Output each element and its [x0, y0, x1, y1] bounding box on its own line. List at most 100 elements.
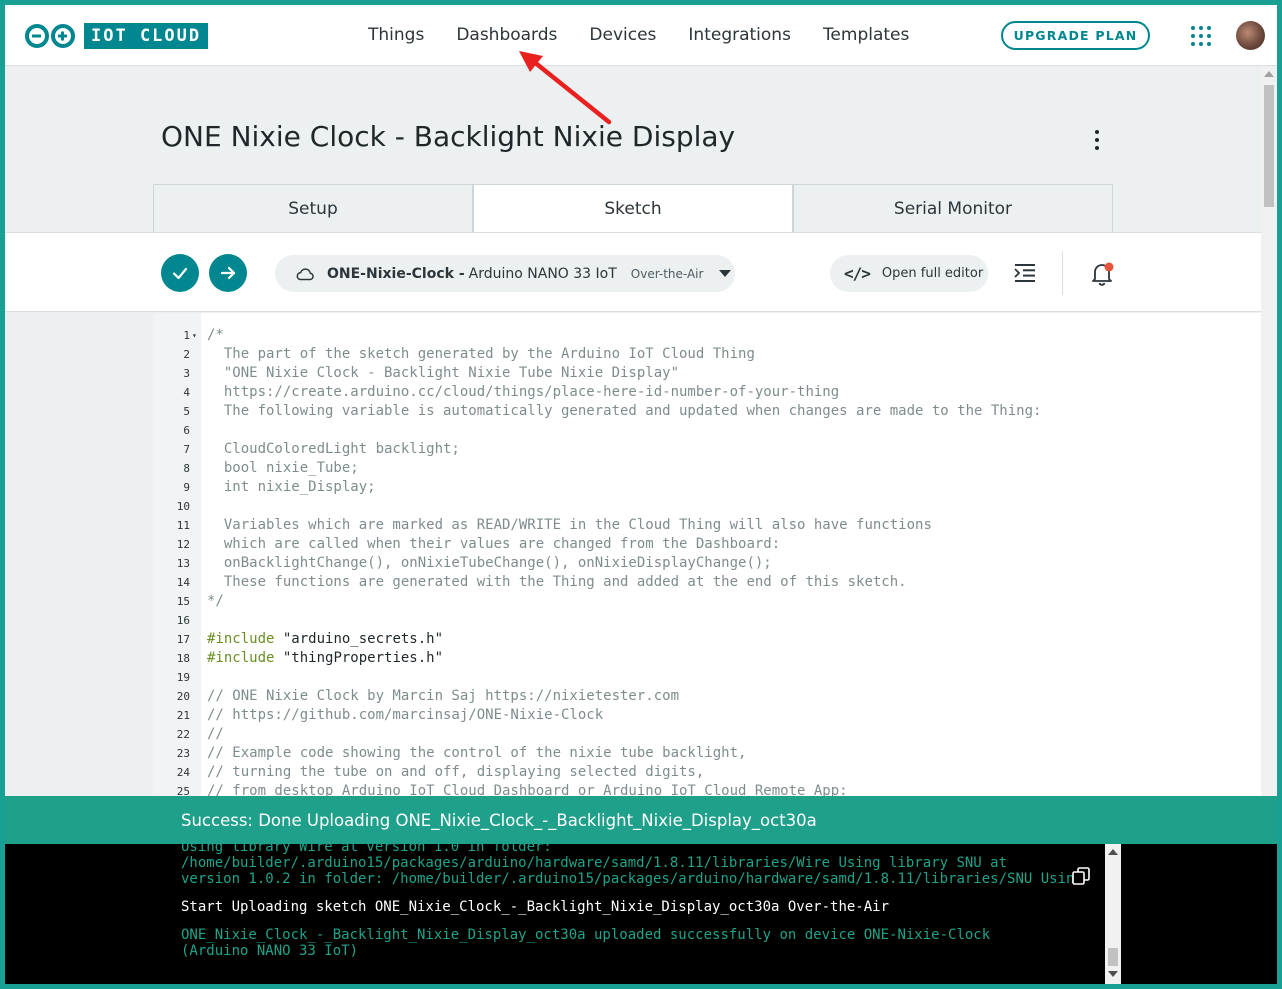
- code-line-content: These functions are generated with the T…: [207, 573, 907, 592]
- output-console[interactable]: (Arduino NANO 33 IoT) ONE_Nixie_Clock_-_B…: [5, 844, 1277, 984]
- scroll-thumb[interactable]: [1264, 85, 1274, 207]
- code-text: // https://github.com/marcinsaj/ONE-Nixi…: [207, 707, 604, 723]
- line-number: 2: [183, 348, 190, 361]
- code-line[interactable]: 5 The following variable is automaticall…: [153, 402, 1261, 421]
- line-number: 8: [183, 462, 190, 475]
- open-full-editor-button[interactable]: </> Open full editor: [830, 255, 988, 292]
- apps-grid-icon[interactable]: [1191, 26, 1211, 46]
- console-scrollbar[interactable]: [1105, 844, 1121, 984]
- code-line[interactable]: 19: [153, 668, 1261, 687]
- chevron-down-icon: [719, 270, 732, 277]
- scroll-thumb[interactable]: [1108, 948, 1118, 966]
- nav-item-dashboards[interactable]: Dashboards: [456, 24, 557, 46]
- console-line: Start Uploading sketch ONE_Nixie_Clock_-…: [181, 899, 890, 915]
- code-text: The part of the sketch generated by the …: [207, 346, 755, 362]
- code-line[interactable]: 18 #include "thingProperties.h": [153, 649, 1261, 668]
- upload-button[interactable]: [209, 254, 247, 292]
- code-line[interactable]: 10: [153, 497, 1261, 516]
- scroll-up-icon[interactable]: [1108, 849, 1118, 855]
- code-line[interactable]: 21 // https://github.com/marcinsaj/ONE-Ni…: [153, 706, 1261, 725]
- copy-icon[interactable]: [1071, 866, 1091, 886]
- code-editor[interactable]: 1 ▾ /* 2 The part of the sketch generated b…: [153, 313, 1261, 799]
- page-scrollbar[interactable]: [1261, 67, 1277, 800]
- code-line-content: /*: [207, 326, 224, 345]
- code-line-content: "ONE Nixie Clock - Backlight Nixie Tube …: [207, 364, 679, 383]
- line-number: 5: [183, 405, 190, 418]
- tab-setup[interactable]: Setup: [153, 184, 473, 233]
- bell-notification-icon[interactable]: [1090, 261, 1114, 287]
- code-line[interactable]: 13 onBacklightChange(), onNixieTubeChang…: [153, 554, 1261, 573]
- nav-item-things[interactable]: Things: [368, 24, 424, 46]
- upgrade-plan-button[interactable]: UPGRADE PLAN: [1001, 21, 1150, 50]
- code-line[interactable]: 7 CloudColoredLight backlight;: [153, 440, 1261, 459]
- code-line[interactable]: 2 The part of the sketch generated by th…: [153, 345, 1261, 364]
- verify-button[interactable]: [161, 254, 199, 292]
- scroll-up-icon[interactable]: [1264, 71, 1274, 77]
- logo-text: IOT CLOUD: [84, 23, 209, 49]
- open-full-editor-label: Open full editor: [881, 266, 984, 281]
- line-number: 1: [183, 329, 190, 342]
- tab-bar: Setup Sketch Serial Monitor: [153, 184, 1113, 233]
- tab-sketch[interactable]: Sketch: [473, 184, 793, 233]
- code-line[interactable]: 17 #include "arduino_secrets.h": [153, 630, 1261, 649]
- code-text: //: [207, 726, 224, 742]
- code-line[interactable]: 12 which are called when their values ar…: [153, 535, 1261, 554]
- line-number: 16: [176, 614, 190, 627]
- nav-item-devices[interactable]: Devices: [589, 24, 656, 46]
- device-selector[interactable]: ONE-Nixie-Clock - Arduino NANO 33 IoT Ov…: [275, 255, 735, 292]
- console-line: (Arduino NANO 33 IoT): [181, 943, 359, 959]
- code-line[interactable]: 23 // Example code showing the control of…: [153, 744, 1261, 763]
- code-line[interactable]: 11 Variables which are marked as READ/WR…: [153, 516, 1261, 535]
- line-number: 24: [176, 766, 190, 779]
- code-line-content: CloudColoredLight backlight;: [207, 440, 460, 459]
- line-number: 9: [183, 481, 190, 494]
- line-number: 3: [183, 367, 190, 380]
- code-string: "arduino_secrets.h": [274, 631, 444, 647]
- code-text: bool nixie_Tube;: [207, 460, 359, 476]
- code-text: /*: [207, 327, 224, 343]
- code-line[interactable]: 20 // ONE Nixie Clock by Marcin Saj https…: [153, 687, 1261, 706]
- app-window: IOT CLOUD Things Dashboards Devices Inte…: [5, 5, 1277, 984]
- code-text: "ONE Nixie Clock - Backlight Nixie Tube …: [207, 365, 680, 381]
- line-number: 10: [176, 500, 190, 513]
- toolbar-divider: [1062, 251, 1063, 295]
- line-number: 15: [176, 595, 190, 608]
- code-line[interactable]: 8 bool nixie_Tube;: [153, 459, 1261, 478]
- line-number: 12: [176, 538, 190, 551]
- indent-icon[interactable]: [1013, 263, 1037, 283]
- page-title: ONE Nixie Clock - Backlight Nixie Displa…: [161, 120, 736, 153]
- tab-serial-monitor[interactable]: Serial Monitor: [793, 184, 1113, 233]
- line-number: 19: [176, 671, 190, 684]
- code-line[interactable]: 15 */: [153, 592, 1261, 611]
- code-line[interactable]: 3 "ONE Nixie Clock - Backlight Nixie Tub…: [153, 364, 1261, 383]
- more-options-icon[interactable]: [1090, 130, 1104, 150]
- code-line[interactable]: 6: [153, 421, 1261, 440]
- code-line[interactable]: 24 // turning the tube on and off, displa…: [153, 763, 1261, 782]
- code-line[interactable]: 4 https://create.arduino.cc/cloud/things…: [153, 383, 1261, 402]
- code-text: */: [207, 593, 224, 609]
- code-line-content: #include "thingProperties.h": [207, 649, 443, 668]
- code-text: https://create.arduino.cc/cloud/things/p…: [207, 384, 840, 400]
- avatar[interactable]: [1236, 21, 1265, 50]
- logo[interactable]: IOT CLOUD: [24, 23, 209, 49]
- code-icon: </>: [844, 264, 871, 283]
- code-text: int nixie_Display;: [207, 479, 376, 495]
- line-number: 17: [176, 633, 190, 646]
- console-line: version 1.0.2 in folder: /home/builder/.…: [181, 871, 1075, 887]
- line-number: 22: [176, 728, 190, 741]
- code-line-content: The following variable is automatically …: [207, 402, 1042, 421]
- code-text: // turning the tube on and off, displayi…: [207, 764, 705, 780]
- fold-toggle-icon[interactable]: ▾: [192, 326, 197, 345]
- main-nav: Things Dashboards Devices Integrations T…: [368, 24, 941, 46]
- code-line[interactable]: 9 int nixie_Display;: [153, 478, 1261, 497]
- code-line-content: which are called when their values are c…: [207, 535, 780, 554]
- code-line[interactable]: 16: [153, 611, 1261, 630]
- code-text: which are called when their values are c…: [207, 536, 781, 552]
- nav-item-templates[interactable]: Templates: [823, 24, 909, 46]
- nav-item-integrations[interactable]: Integrations: [688, 24, 791, 46]
- code-line[interactable]: 1 ▾ /*: [153, 326, 1261, 345]
- scroll-down-icon[interactable]: [1108, 971, 1118, 977]
- code-line[interactable]: 14 These functions are generated with th…: [153, 573, 1261, 592]
- code-line[interactable]: 22 //: [153, 725, 1261, 744]
- code-line-content: // turning the tube on and off, displayi…: [207, 763, 704, 782]
